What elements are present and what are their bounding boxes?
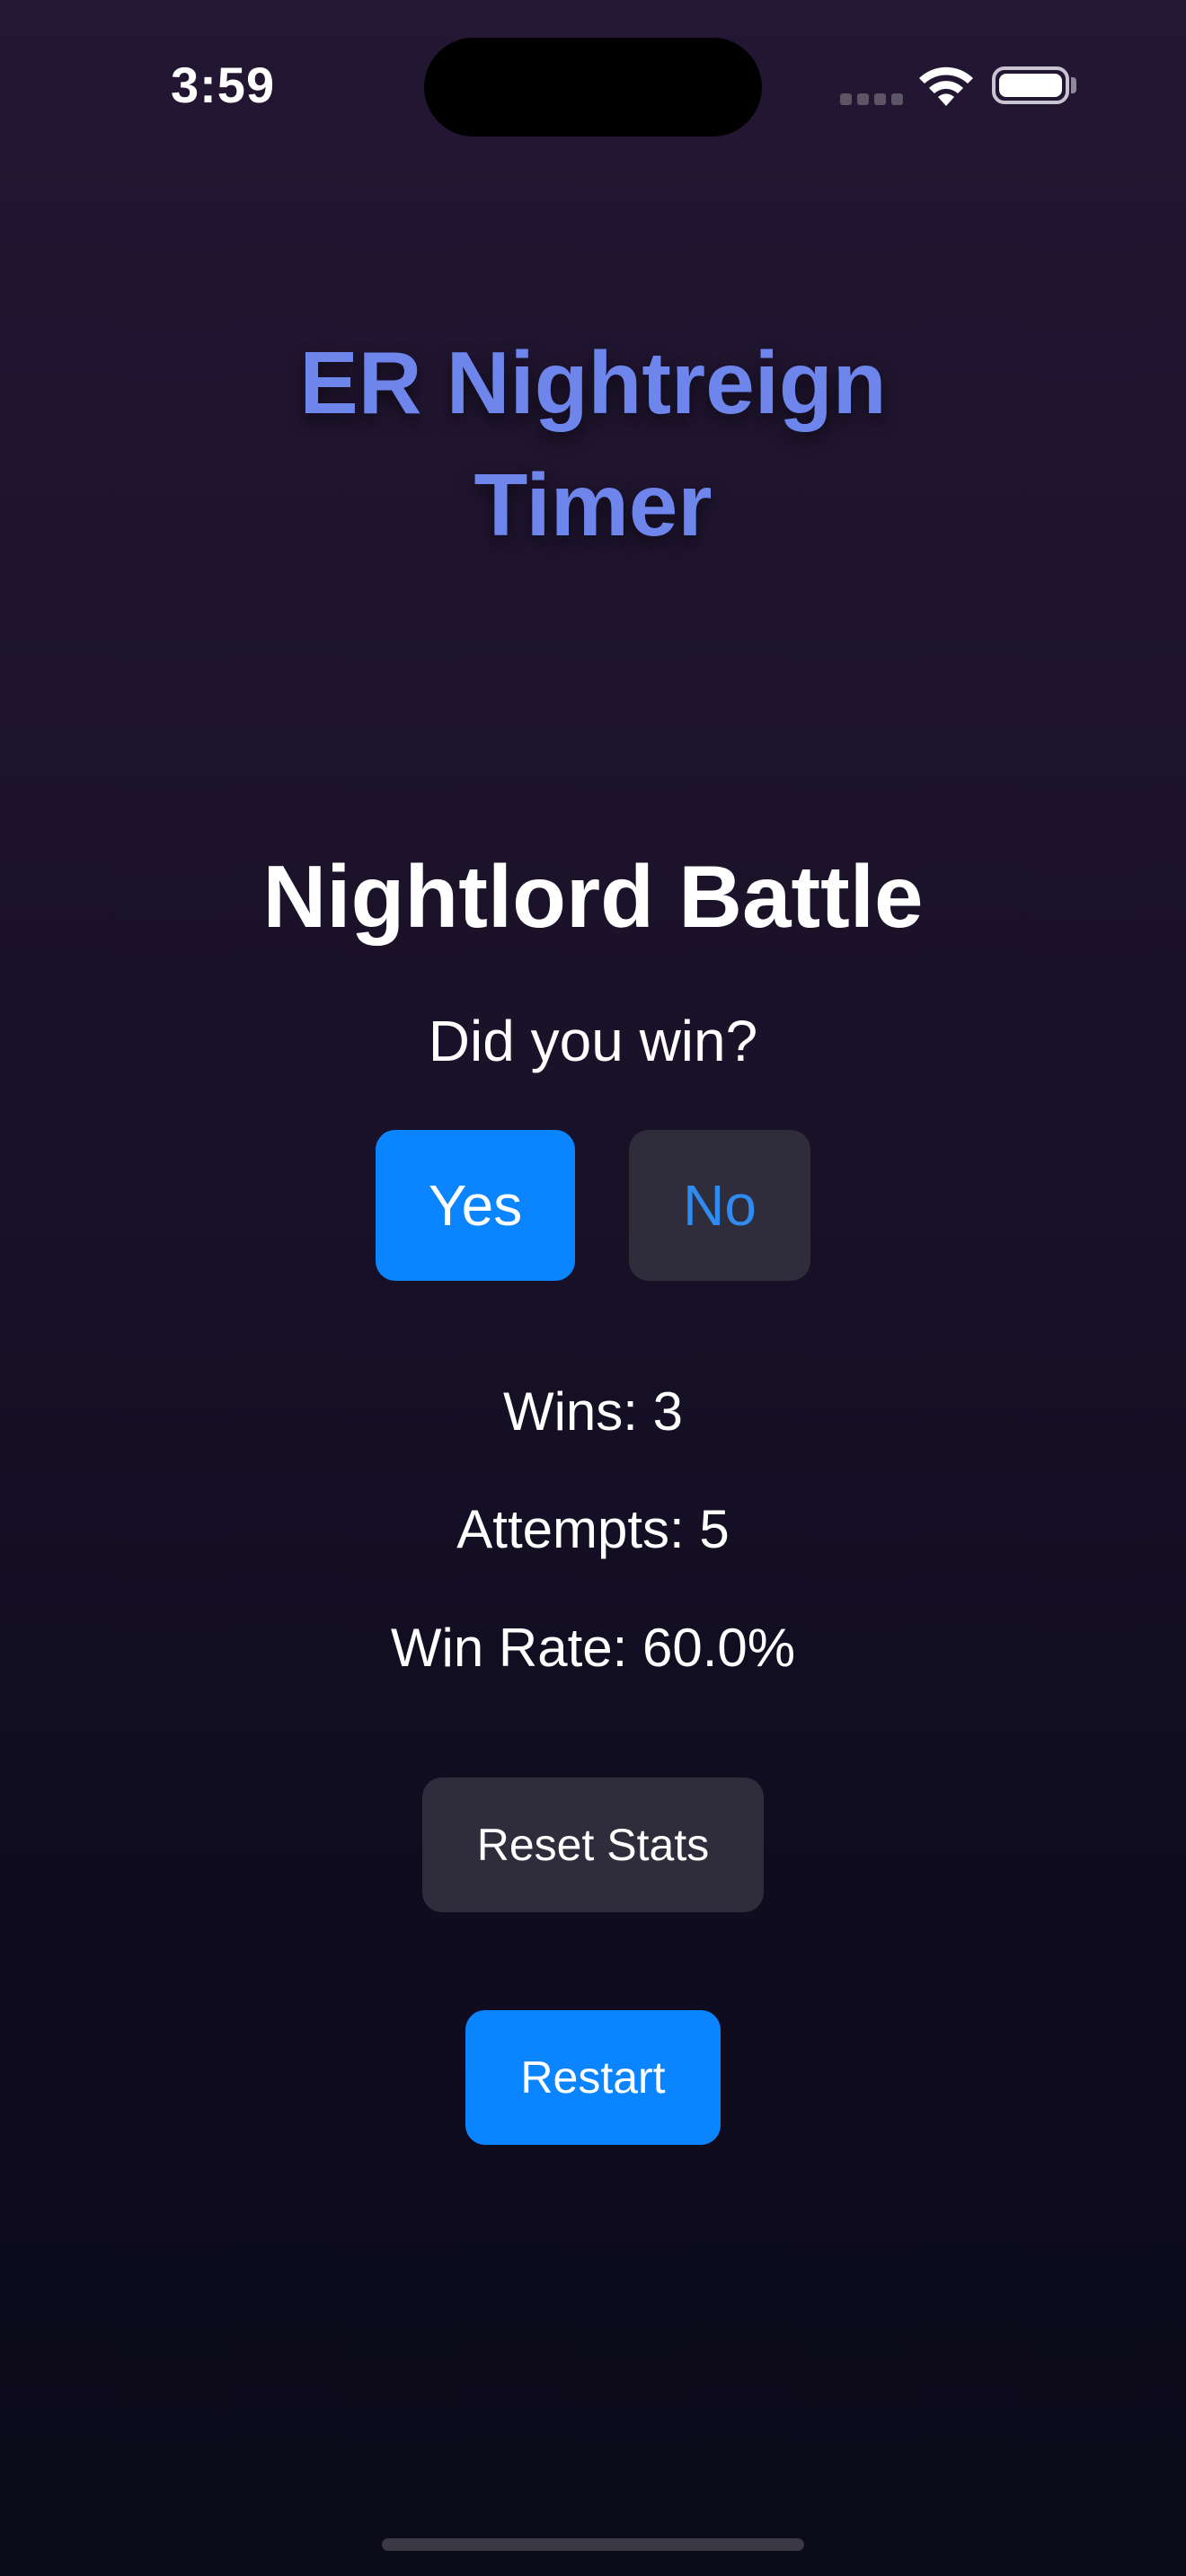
battery-icon	[992, 66, 1069, 104]
app-title-line-1: ER Nightreign	[299, 333, 887, 432]
attempts-stat: Attempts: 5	[456, 1499, 730, 1559]
signal-icon	[840, 93, 903, 106]
dynamic-island	[424, 38, 762, 137]
app-title-line-2: Timer	[474, 455, 712, 554]
battery-level	[999, 74, 1062, 97]
no-button[interactable]: No	[629, 1130, 810, 1281]
wins-stat: Wins: 3	[502, 1381, 684, 1442]
battery-cap	[1071, 77, 1076, 93]
section-title: Nightlord Battle	[262, 847, 924, 946]
win-question: Did you win?	[428, 1009, 758, 1073]
status-time: 3:59	[171, 57, 276, 113]
reset-stats-button[interactable]: Reset Stats	[422, 1778, 764, 1912]
app-title: ER Nightreign Timer	[0, 322, 1186, 566]
win-rate-stat: Win Rate: 60.0%	[390, 1618, 796, 1678]
home-indicator[interactable]	[382, 2538, 804, 2551]
wifi-icon	[919, 66, 973, 106]
yes-button[interactable]: Yes	[376, 1130, 575, 1281]
restart-button[interactable]: Restart	[465, 2010, 721, 2145]
status-bar: 3:59	[0, 0, 1186, 180]
